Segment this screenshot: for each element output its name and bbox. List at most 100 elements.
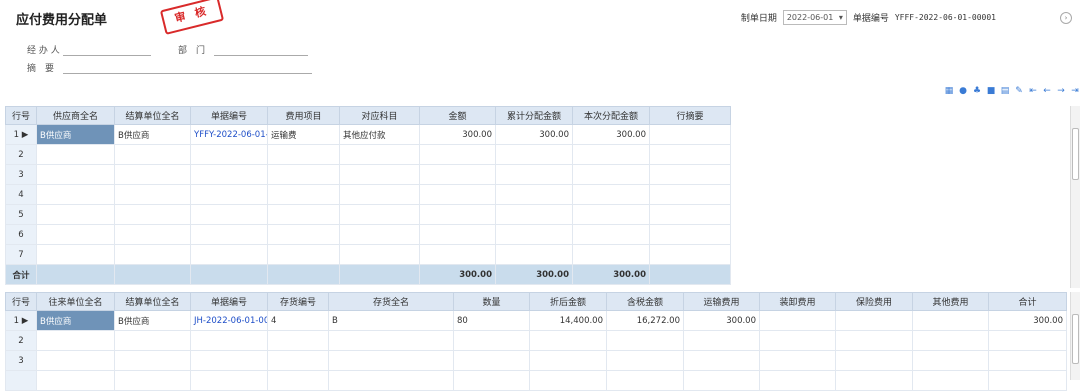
total-cumulative: 300.00 (495, 264, 573, 285)
col-header[interactable]: 结算单位全名 (114, 106, 191, 125)
col-header[interactable]: 本次分配金额 (572, 106, 650, 125)
table-cell[interactable]: 300.00 (495, 124, 573, 145)
attach-icon[interactable]: ✎ (1014, 86, 1024, 96)
total-label: 合计 (5, 264, 37, 285)
col-header[interactable]: 存货全名 (328, 292, 454, 311)
table-row[interactable]: 6 (5, 224, 731, 245)
next-icon[interactable]: → (1056, 86, 1066, 96)
table-cell[interactable]: YFFY-2022-06-01-( (190, 124, 268, 145)
table-cell[interactable]: 80 (453, 310, 530, 331)
col-header[interactable]: 装卸费用 (759, 292, 836, 311)
last-icon[interactable]: ⇥ (1070, 86, 1080, 96)
detail-table: 行号 往来单位全名 结算单位全名 单据编号 存货编号 存货全名 数量 折后金额 … (5, 292, 1067, 391)
chevron-down-icon[interactable]: ▾ (839, 13, 843, 22)
summary-input[interactable] (63, 62, 312, 74)
col-header[interactable]: 合计 (988, 292, 1067, 311)
col-header[interactable]: 单据编号 (190, 292, 268, 311)
table-cell[interactable]: 300.00 (683, 310, 760, 331)
col-header[interactable]: 金额 (419, 106, 496, 125)
table-cell[interactable]: B供应商 (114, 310, 191, 331)
table-cell[interactable]: B (328, 310, 454, 331)
first-icon[interactable]: ⇤ (1028, 86, 1038, 96)
col-header[interactable]: 折后金额 (529, 292, 607, 311)
table-cell[interactable]: 其他应付款 (339, 124, 420, 145)
col-header[interactable]: 往来单位全名 (36, 292, 115, 311)
col-header[interactable]: 单据编号 (190, 106, 268, 125)
handler-input[interactable] (63, 44, 151, 56)
table-row[interactable]: 5 (5, 204, 731, 225)
table-row[interactable]: 7 (5, 244, 731, 265)
billno-select-icon[interactable]: › (1060, 12, 1072, 24)
table-row[interactable]: 3 (5, 350, 1067, 371)
handler-label: 经 办 人 (27, 46, 60, 56)
table-cell[interactable] (759, 310, 836, 331)
row-number: 2 (5, 330, 37, 351)
col-header[interactable]: 对应科目 (339, 106, 420, 125)
header-meta: 制单日期 2022-06-01 ▾ 单据编号 YFFF-2022-06-01-0… (741, 10, 1072, 25)
col-header[interactable]: 保险费用 (835, 292, 913, 311)
table-cell[interactable]: 300.00 (988, 310, 1067, 331)
col-header[interactable]: 运输费用 (683, 292, 760, 311)
table-cell[interactable]: 300.00 (572, 124, 650, 145)
table-cell[interactable]: 4 (267, 310, 329, 331)
table-row[interactable]: 3 (5, 164, 731, 185)
col-header[interactable]: 结算单位全名 (114, 292, 191, 311)
row-number: 3 (5, 164, 37, 185)
col-header[interactable]: 其他费用 (912, 292, 989, 311)
col-header[interactable]: 供应商全名 (36, 106, 115, 125)
grid2-scrollbar[interactable] (1070, 292, 1080, 380)
table-row[interactable]: 4 (5, 184, 731, 205)
row-number: 3 (5, 350, 37, 371)
table-cell[interactable]: 14,400.00 (529, 310, 607, 331)
row-number: 7 (5, 244, 37, 265)
billno-value: YFFF-2022-06-01-00001 (894, 13, 996, 22)
col-header[interactable]: 累计分配金额 (495, 106, 573, 125)
save-icon[interactable]: ■ (986, 86, 996, 96)
billno-label: 单据编号 (852, 14, 889, 24)
col-header[interactable]: 存货编号 (267, 292, 329, 311)
col-header[interactable]: 行摘要 (649, 106, 731, 125)
table-cell[interactable]: 16,272.00 (606, 310, 684, 331)
scroll-thumb[interactable] (1072, 128, 1079, 180)
table-row[interactable]: 1 ▶ B供应商 B供应商 JH-2022-06-01-00( 4 B 80 1… (5, 310, 1067, 331)
total-amount: 300.00 (419, 264, 496, 285)
col-header[interactable]: 行号 (5, 106, 37, 125)
dept-input[interactable] (214, 44, 308, 56)
detail-grid: 行号 往来单位全名 结算单位全名 单据编号 存货编号 存货全名 数量 折后金额 … (5, 292, 1070, 391)
table-cell[interactable] (835, 310, 913, 331)
grid1-scrollbar[interactable] (1070, 106, 1080, 288)
row-number (5, 370, 37, 391)
qrcode-icon[interactable]: ▦ (944, 86, 954, 96)
col-header[interactable]: 数量 (453, 292, 530, 311)
table-cell[interactable] (912, 310, 989, 331)
table-cell[interactable]: JH-2022-06-01-00( (190, 310, 268, 331)
table-cell[interactable]: B供应商 (36, 124, 115, 145)
col-header[interactable]: 含税金额 (606, 292, 684, 311)
table-cell[interactable] (649, 124, 731, 145)
page-title: 应付费用分配单 (16, 13, 108, 28)
table-row[interactable]: 2 (5, 330, 1067, 351)
table-cell[interactable]: 300.00 (419, 124, 496, 145)
table-header: 行号 往来单位全名 结算单位全名 单据编号 存货编号 存货全名 数量 折后金额 … (5, 292, 1067, 311)
table-row[interactable]: 2 (5, 144, 731, 165)
calculator-icon[interactable]: ▤ (1000, 86, 1010, 96)
table-row[interactable]: 1 ▶ B供应商 B供应商 YFFY-2022-06-01-( 运输费 其他应付… (5, 124, 731, 145)
date-picker[interactable]: 2022-06-01 ▾ (782, 10, 847, 25)
table-header: 行号 供应商全名 结算单位全名 单据编号 费用项目 对应科目 金额 累计分配金额… (5, 106, 731, 125)
dept-field: 部 门 (178, 43, 308, 56)
chat-icon[interactable]: ● (958, 86, 968, 96)
row-number: 2 (5, 144, 37, 165)
dept-label: 部 门 (178, 46, 206, 56)
users-icon[interactable]: ♣ (972, 86, 982, 96)
table-cell[interactable]: B供应商 (36, 310, 115, 331)
prev-icon[interactable]: ← (1042, 86, 1052, 96)
col-header[interactable]: 费用项目 (267, 106, 340, 125)
table-cell[interactable]: B供应商 (114, 124, 191, 145)
table-row[interactable] (5, 370, 1067, 391)
table-cell[interactable]: 运输费 (267, 124, 340, 145)
scroll-thumb[interactable] (1072, 314, 1079, 364)
col-header[interactable]: 行号 (5, 292, 37, 311)
row-number: 4 (5, 184, 37, 205)
toolbar: ▦ ● ♣ ■ ▤ ✎ ⇤ ← → ⇥ (944, 86, 1080, 96)
row-number: 1 ▶ (5, 310, 37, 331)
